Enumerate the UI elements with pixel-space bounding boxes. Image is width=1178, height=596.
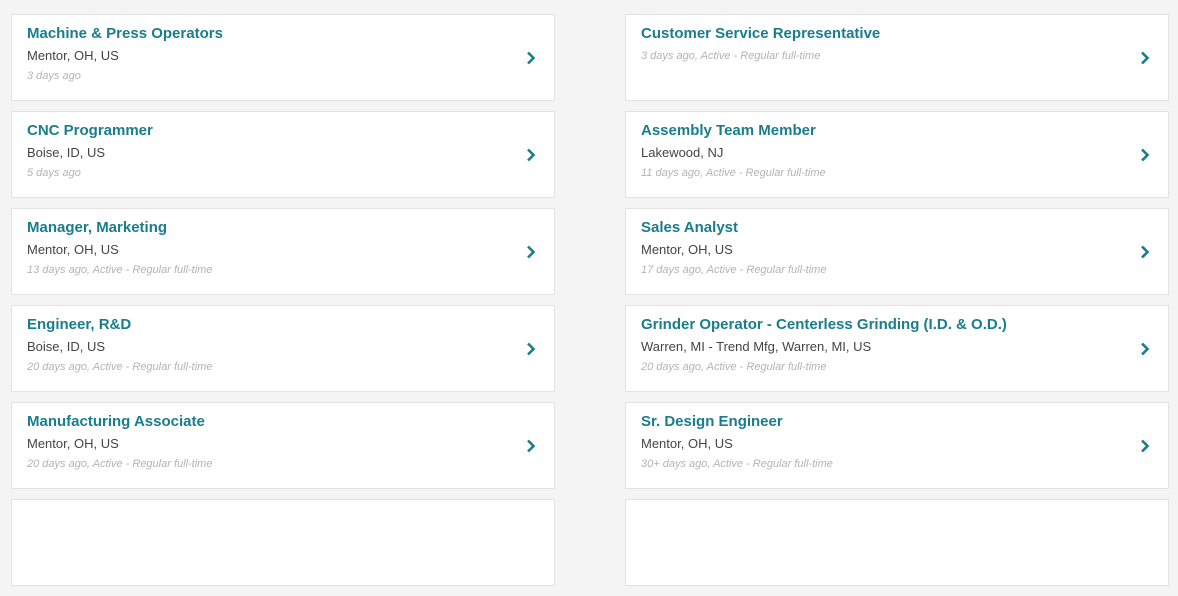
job-location: Boise, ID, US	[27, 145, 106, 160]
job-card[interactable]: Manager, Marketing Mentor, OH, US 13 day…	[11, 208, 555, 295]
job-location: Lakewood, NJ	[641, 145, 724, 160]
chevron-right-icon[interactable]	[1140, 439, 1150, 453]
chevron-right-icon[interactable]	[1140, 342, 1150, 356]
job-title[interactable]: Sr. Design Engineer	[641, 413, 783, 430]
job-meta: 17 days ago, Active - Regular full-time	[641, 264, 827, 276]
job-location: Boise, ID, US	[27, 339, 106, 354]
job-card[interactable]: Sales Analyst Mentor, OH, US 17 days ago…	[625, 208, 1169, 295]
job-card-partial[interactable]	[625, 499, 1169, 586]
job-list-right: Customer Service Representative 3 days a…	[625, 14, 1169, 596]
job-title[interactable]: Engineer, R&D	[27, 316, 131, 333]
job-meta: 11 days ago, Active - Regular full-time	[641, 167, 826, 179]
job-location: Warren, MI - Trend Mfg, Warren, MI, US	[641, 339, 872, 354]
chevron-right-icon[interactable]	[526, 148, 536, 162]
chevron-right-icon[interactable]	[526, 245, 536, 259]
job-title[interactable]: Manager, Marketing	[27, 219, 167, 236]
job-title[interactable]: Sales Analyst	[641, 219, 738, 236]
job-title[interactable]: Grinder Operator - Centerless Grinding (…	[641, 316, 1007, 333]
job-location: Mentor, OH, US	[27, 436, 119, 451]
job-card[interactable]: Sr. Design Engineer Mentor, OH, US 30+ d…	[625, 402, 1169, 489]
job-title[interactable]: Assembly Team Member	[641, 122, 816, 139]
job-card[interactable]: Machine & Press Operators Mentor, OH, US…	[11, 14, 555, 101]
chevron-right-icon[interactable]	[526, 342, 536, 356]
job-location: Mentor, OH, US	[641, 436, 733, 451]
job-card[interactable]: Engineer, R&D Boise, ID, US 20 days ago,…	[11, 305, 555, 392]
job-title[interactable]: Customer Service Representative	[641, 25, 880, 42]
job-card[interactable]: Customer Service Representative 3 days a…	[625, 14, 1169, 101]
job-meta: 3 days ago, Active - Regular full-time	[641, 50, 821, 62]
job-title[interactable]: Machine & Press Operators	[27, 25, 223, 42]
job-card[interactable]: Manufacturing Associate Mentor, OH, US 2…	[11, 402, 555, 489]
job-title[interactable]: CNC Programmer	[27, 122, 153, 139]
job-meta: 20 days ago, Active - Regular full-time	[27, 361, 213, 373]
chevron-right-icon[interactable]	[1140, 51, 1150, 65]
job-meta: 5 days ago	[27, 167, 81, 179]
job-list-left: Machine & Press Operators Mentor, OH, US…	[11, 14, 555, 596]
chevron-right-icon[interactable]	[1140, 148, 1150, 162]
job-meta: 30+ days ago, Active - Regular full-time	[641, 458, 833, 470]
job-location: Mentor, OH, US	[27, 242, 119, 257]
chevron-right-icon[interactable]	[526, 439, 536, 453]
job-location: Mentor, OH, US	[27, 48, 119, 63]
job-title[interactable]: Manufacturing Associate	[27, 413, 205, 430]
job-card[interactable]: Assembly Team Member Lakewood, NJ 11 day…	[625, 111, 1169, 198]
job-meta: 20 days ago, Active - Regular full-time	[641, 361, 827, 373]
job-card-partial[interactable]	[11, 499, 555, 586]
job-location: Mentor, OH, US	[641, 242, 733, 257]
job-card[interactable]: Grinder Operator - Centerless Grinding (…	[625, 305, 1169, 392]
job-meta: 3 days ago	[27, 70, 81, 82]
job-card[interactable]: CNC Programmer Boise, ID, US 5 days ago	[11, 111, 555, 198]
chevron-right-icon[interactable]	[526, 51, 536, 65]
job-meta: 20 days ago, Active - Regular full-time	[27, 458, 213, 470]
job-meta: 13 days ago, Active - Regular full-time	[27, 264, 213, 276]
chevron-right-icon[interactable]	[1140, 245, 1150, 259]
